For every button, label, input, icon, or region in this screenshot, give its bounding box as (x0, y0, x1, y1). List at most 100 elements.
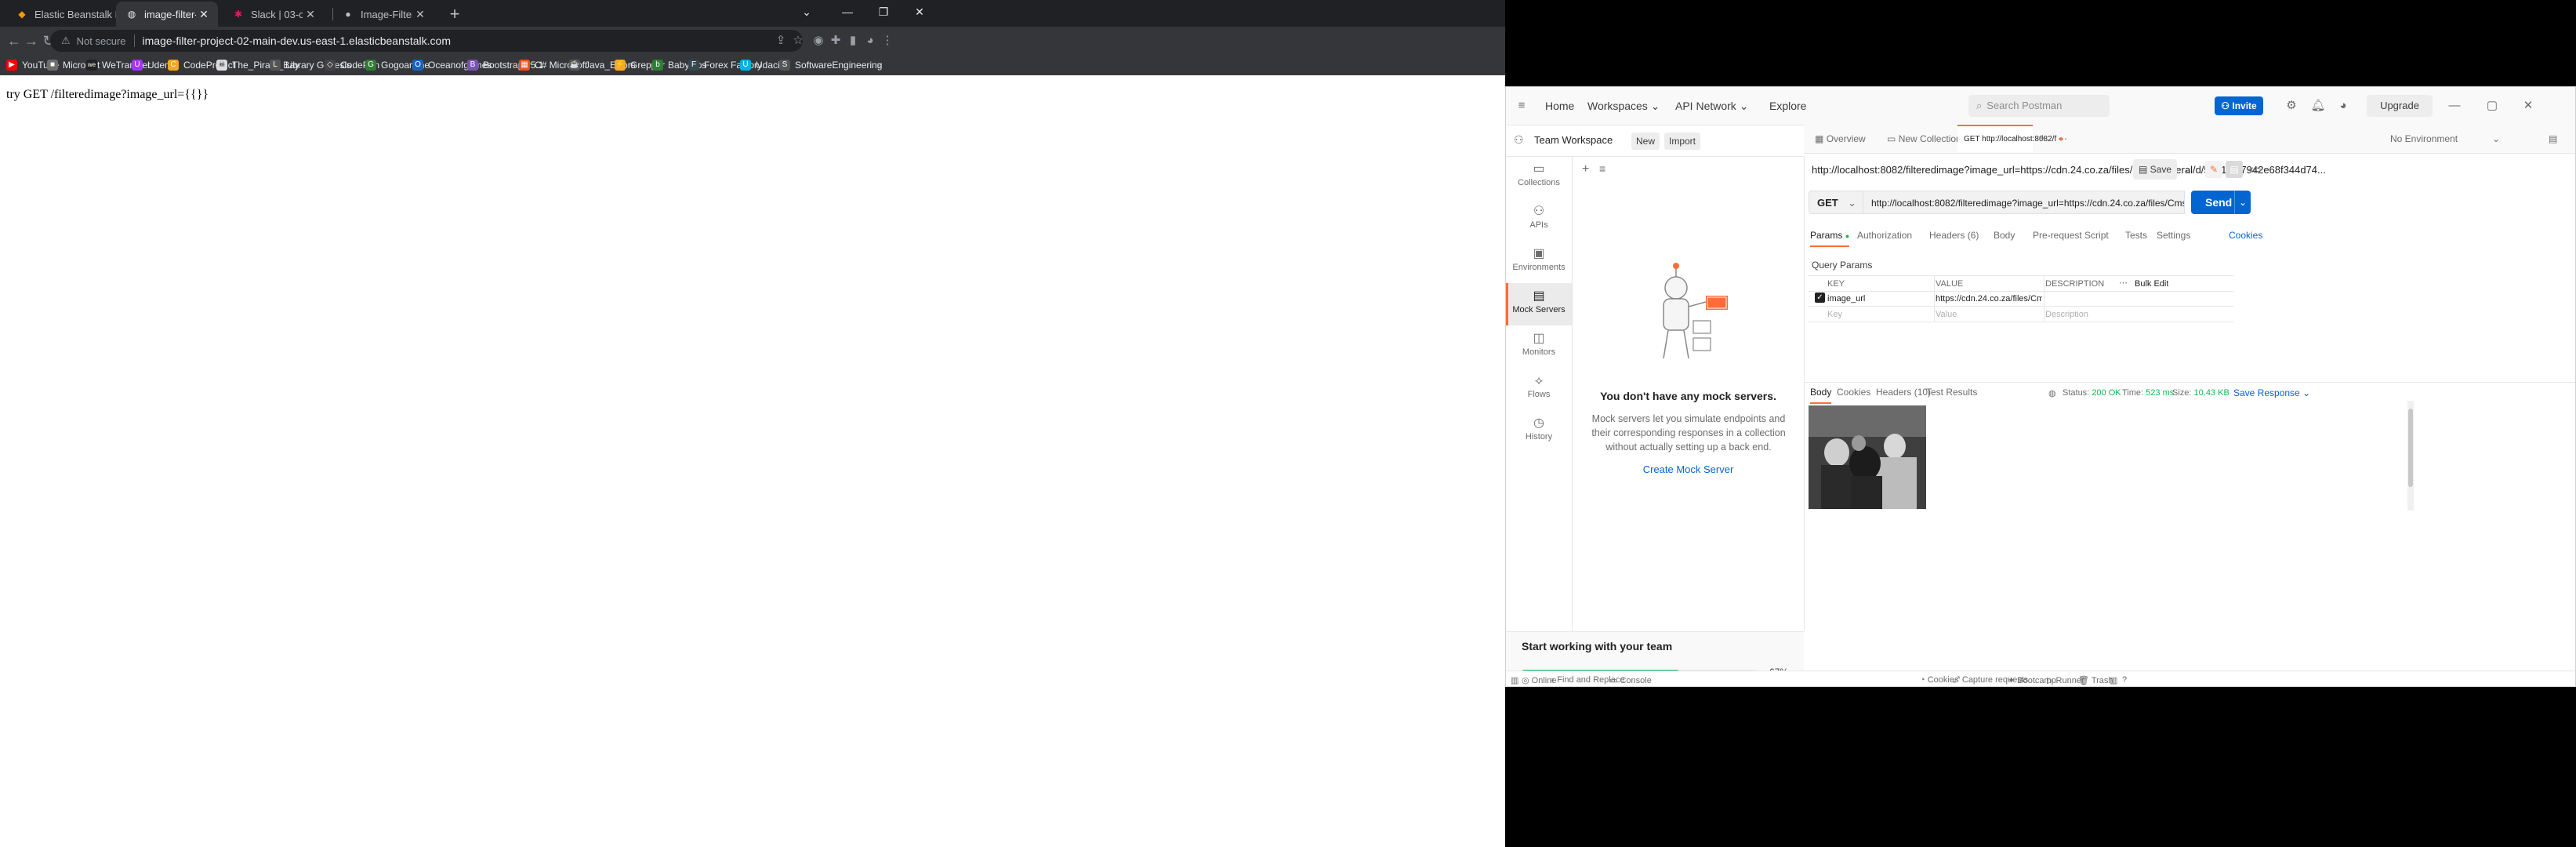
environment-selector[interactable]: No Environment (2390, 125, 2476, 153)
method-select[interactable]: GET ⌄ (1809, 191, 1863, 214)
tab-tests[interactable]: Tests (2125, 230, 2147, 241)
sidebar-item-mock-servers[interactable]: ▤ Mock Servers (1506, 283, 1572, 325)
new-tab-button[interactable]: + (444, 3, 466, 25)
response-tab-cookies[interactable]: Cookies (1837, 387, 1870, 398)
response-divider[interactable] (1804, 382, 2575, 383)
tab-get-localhost[interactable]: GET http://localhost:8082/f ● (1957, 125, 2063, 152)
send-button[interactable]: Send ⌄ (2191, 191, 2251, 214)
search-postman-input[interactable]: ⌕ Search Postman (1968, 95, 2110, 117)
url-input[interactable]: http://localhost:8082/filteredimage?imag… (1863, 191, 2185, 214)
sidebar-item-monitors[interactable]: ◫ Monitors (1506, 325, 1572, 368)
invite-button[interactable]: ⚇ Invite (2215, 96, 2263, 115)
code-icon[interactable]: </> (2248, 164, 2262, 176)
tab-params[interactable]: Params ● (1810, 230, 1850, 247)
upgrade-button[interactable]: Upgrade (2367, 95, 2433, 117)
close-tab-icon[interactable]: ✕ (196, 8, 212, 21)
sidebar-item-environments[interactable]: ▣ Environments (1506, 241, 1572, 283)
extensions-puzzle-icon[interactable]: ✚ (828, 33, 844, 49)
response-tab-headers[interactable]: Headers (10) (1876, 387, 1931, 398)
cookies-link[interactable]: Cookies (2229, 230, 2262, 241)
environment-quick-look-icon[interactable]: ▤ (2549, 125, 2561, 153)
sidebar-item-flows[interactable]: ⟡ Flows (1506, 368, 1572, 410)
toggle-sidebar-icon[interactable]: ▥ (1511, 675, 1518, 685)
sidebar-item-apis[interactable]: ⚇ APIs (1506, 198, 1572, 241)
layout-icon[interactable]: ▥ (2110, 675, 2117, 685)
tab-body[interactable]: Body (1994, 230, 2015, 241)
minimize-icon[interactable]: — (2447, 98, 2462, 114)
avatar[interactable]: ◕ (2335, 98, 2351, 114)
param-value-cell[interactable]: https://cdn.24.co.za/files/Cms/General/d… (1936, 294, 2042, 304)
add-tab-icon[interactable]: + (2039, 125, 2050, 153)
tab-search-icon[interactable]: ⌄ (789, 0, 825, 24)
tab-image-filter[interactable]: ◍ image-filter-project-02-main-de ✕ (116, 2, 218, 27)
help-icon[interactable]: ? (2122, 675, 2127, 685)
menu-kebab-icon[interactable]: ⋮ (880, 33, 895, 49)
sidebar-item-history[interactable]: ◷ History (1506, 410, 1572, 453)
new-value-input[interactable]: Value (1936, 310, 1957, 319)
save-response-button[interactable]: Save Response ⌄ (2233, 387, 2310, 398)
profile-avatar-icon[interactable]: ◕ (862, 33, 878, 49)
nav-api-network[interactable]: API Network ⌄ (1675, 100, 1748, 113)
response-tab-body[interactable]: Body (1810, 387, 1832, 404)
more-options-icon[interactable]: ⋯ (2119, 278, 2128, 288)
param-key-cell[interactable]: image_url (1827, 294, 1865, 304)
new-key-input[interactable]: Key (1827, 310, 1842, 319)
param-enabled-checkbox[interactable]: ✓ (1815, 293, 1825, 303)
extension-icon[interactable]: ◉ (811, 33, 826, 49)
close-window-icon[interactable]: ✕ (2520, 98, 2536, 114)
scrollbar-thumb[interactable] (2408, 409, 2413, 487)
console-button[interactable]: ▭ Console (1609, 675, 1652, 685)
not-secure-label[interactable]: Not secure (77, 35, 126, 47)
save-dropdown-icon[interactable]: ⌄ (2184, 164, 2193, 176)
tab-slack[interactable]: ✱ Slack | 03-cloud-developer | ALX ✕ (223, 2, 325, 27)
edit-icon[interactable]: ✎ (2205, 161, 2222, 178)
response-tab-test-results[interactable]: Test Results (1926, 387, 1977, 398)
documentation-icon[interactable]: ▤ (2226, 161, 2243, 178)
close-tab-icon[interactable]: ✕ (303, 8, 318, 21)
settings-gear-icon[interactable]: ⚙ (2284, 98, 2299, 114)
response-scrollbar[interactable] (2407, 401, 2414, 511)
back-icon[interactable]: ← (5, 31, 24, 50)
url-text[interactable]: image-filter-project-02-main-dev.us-east… (143, 35, 451, 47)
tab-settings[interactable]: Settings (2157, 230, 2190, 241)
bootstrap-icon: B (467, 60, 478, 71)
side-panel-icon[interactable]: ▮ (845, 33, 861, 49)
workspace-name[interactable]: Team Workspace (1534, 134, 1613, 146)
add-icon[interactable]: + (1582, 162, 1589, 176)
chevron-down-icon[interactable]: ⌄ (2492, 125, 2503, 153)
bulk-edit-link[interactable]: Bulk Edit (2135, 279, 2168, 289)
globe-icon: ◍ (2048, 389, 2056, 398)
bookmark-software-engineering[interactable]: S SoftwareEngineering (779, 58, 882, 72)
restore-icon[interactable]: ❐ (865, 0, 902, 24)
trash-button[interactable]: 🗑︎ Trash (2078, 675, 2113, 685)
address-bar[interactable]: ⚠ Not secure image-filter-project-02-mai… (50, 30, 803, 52)
maximize-icon[interactable]: ▢ (2484, 98, 2500, 114)
nav-explore[interactable]: Explore (1769, 100, 1806, 112)
save-button[interactable]: ▤ Save (2133, 159, 2177, 180)
forward-icon[interactable]: → (22, 31, 41, 50)
more-tabs-icon[interactable]: ⋯ (2058, 125, 2069, 153)
tab-overview[interactable]: ▦ Overview (1809, 125, 1874, 153)
share-icon[interactable]: ⇪ (773, 33, 789, 49)
close-tab-icon[interactable]: ✕ (412, 8, 428, 21)
import-button[interactable]: Import (1664, 133, 1700, 150)
warning-icon[interactable]: ⚠ (61, 35, 71, 47)
nav-home[interactable]: Home (1545, 100, 1574, 112)
new-description-input[interactable]: Description (2045, 310, 2088, 319)
tab-headers[interactable]: Headers (6) (1929, 230, 1979, 241)
tab-pre-request-script[interactable]: Pre-request Script (2033, 230, 2109, 241)
minimize-icon[interactable]: — (829, 0, 865, 24)
filter-icon[interactable]: ≡ (1599, 162, 1605, 175)
create-mock-server-link[interactable]: Create Mock Server (1573, 463, 1804, 475)
new-button[interactable]: New (1631, 133, 1660, 150)
nav-workspaces[interactable]: Workspaces ⌄ (1587, 100, 1660, 113)
sidebar-item-collections[interactable]: ▭ Collections (1506, 156, 1572, 198)
notifications-bell-icon[interactable]: 🔔︎ (2310, 98, 2326, 114)
bookmark-star-icon[interactable]: ☆ (790, 33, 806, 49)
tab-github-readme[interactable]: ● Image-Filter-Project-02/READM ✕ (332, 2, 434, 27)
tab-authorization[interactable]: Authorization (1857, 230, 1912, 241)
bookmarks-overflow-icon[interactable]: » (876, 58, 882, 72)
tab-new-collection[interactable]: ▭ New Collection (1881, 125, 1961, 153)
close-window-icon[interactable]: ✕ (902, 0, 938, 24)
hamburger-menu-icon[interactable]: ≡ (1514, 98, 1529, 114)
